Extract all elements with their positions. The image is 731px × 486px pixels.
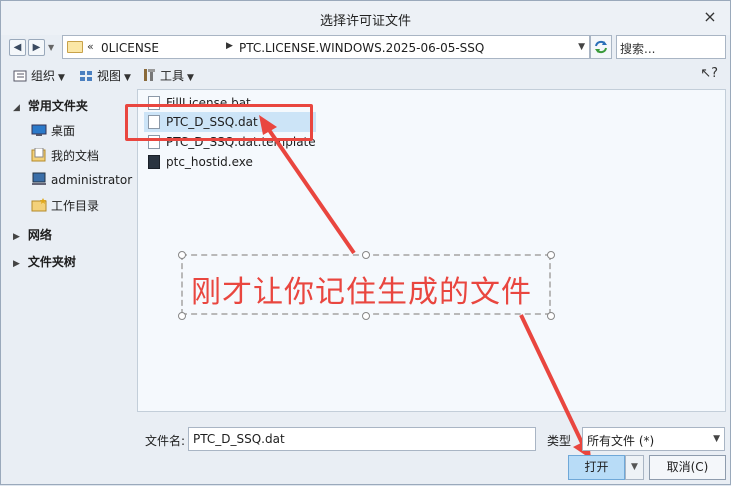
- filename-label: 文件名:: [145, 434, 186, 448]
- chevron-down-icon: ▼: [713, 434, 720, 444]
- filename-input[interactable]: PTC_D_SSQ.dat: [188, 427, 536, 451]
- cancel-button[interactable]: 取消(C): [649, 455, 726, 480]
- open-options-dropdown[interactable]: ▼: [625, 455, 644, 480]
- file-dialog-window: 选择许可证文件 × ◀ ▶ ▼ « 0LICENSE ▶ PTC.LICENSE…: [0, 0, 731, 485]
- file-type-select[interactable]: 所有文件 (*) ▼: [582, 427, 725, 451]
- annotation-arrows: [259, 115, 591, 459]
- arrow-up: [259, 115, 356, 255]
- open-button[interactable]: 打开: [568, 455, 625, 480]
- file-type-value: 所有文件 (*): [587, 434, 655, 448]
- type-label: 类型: [547, 434, 572, 448]
